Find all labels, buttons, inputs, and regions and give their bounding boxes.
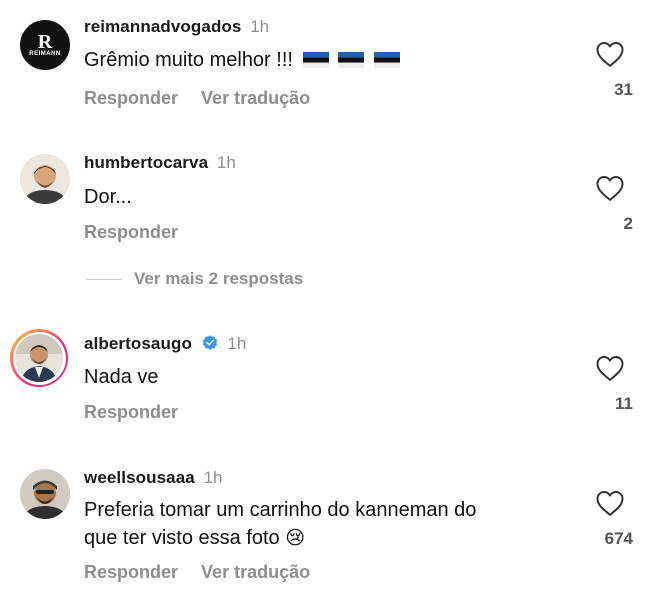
reply-button[interactable]: Responder (84, 562, 178, 582)
avatar-photo (20, 154, 70, 204)
comment-actions: Responder (84, 222, 196, 243)
username[interactable]: reimannadvogados (84, 17, 241, 36)
comment-text-line: que ter visto essa foto (84, 527, 280, 549)
view-more-replies-button[interactable]: Ver mais 2 respostas (86, 265, 386, 293)
verified-badge-icon (202, 335, 217, 350)
reply-button[interactable]: Responder (84, 88, 178, 108)
avatar-photo (20, 469, 70, 519)
gremio-flag-icon (338, 52, 365, 68)
comment-actions: Responder Ver tradução (84, 88, 328, 109)
comment-meta: weellsousaaa 1h (84, 468, 222, 488)
heart-icon[interactable] (595, 174, 625, 202)
view-more-replies-label: Ver mais 2 respostas (134, 269, 304, 288)
divider-line (86, 278, 122, 280)
timestamp: 1h (216, 153, 236, 172)
username[interactable]: albertosaugo (84, 334, 192, 353)
timestamp: 1h (250, 17, 270, 36)
like-count: 31 (614, 80, 633, 99)
avatar-photo (15, 334, 63, 382)
comment-text: Nada ve (84, 366, 159, 388)
comment-meta: albertosaugo 1h (84, 334, 246, 354)
avatar[interactable] (20, 154, 70, 204)
comment-text-line: Preferia tomar um carrinho do kanneman d… (84, 499, 477, 521)
heart-icon[interactable] (595, 489, 625, 517)
comment-text: Dor... (84, 186, 132, 208)
comment-actions: Responder Ver tradução (84, 562, 328, 583)
heart-icon[interactable] (595, 354, 625, 382)
reply-button[interactable]: Responder (84, 222, 178, 242)
comment-text-content: Grêmio muito melhor !!! (84, 49, 293, 71)
timestamp: 1h (227, 334, 247, 353)
comment-text: Grêmio muito melhor !!! (84, 47, 400, 73)
comment-meta: humbertocarva 1h (84, 153, 236, 173)
crying-face-emoji: 😢 (285, 528, 306, 549)
comment-actions: Responder (84, 402, 196, 423)
heart-icon[interactable] (595, 40, 625, 68)
comment-text: Preferia tomar um carrinho do kanneman d… (84, 496, 476, 553)
avatar-logo-letter: R (37, 31, 53, 53)
like-count: 11 (615, 394, 633, 413)
timestamp: 1h (203, 468, 223, 487)
like-count: 674 (604, 529, 633, 548)
translate-button[interactable]: Ver tradução (201, 562, 310, 582)
username[interactable]: weellsousaaa (84, 468, 195, 487)
username[interactable]: humbertocarva (84, 153, 208, 172)
story-ring[interactable] (10, 329, 68, 387)
avatar[interactable]: R REIMANN (20, 20, 70, 70)
like-count: 2 (623, 214, 633, 233)
translate-button[interactable]: Ver tradução (201, 88, 310, 108)
reply-button[interactable]: Responder (84, 402, 178, 422)
avatar-logo-text: REIMANN (29, 51, 61, 57)
gremio-flag-icon (373, 52, 400, 68)
avatar[interactable] (20, 469, 70, 519)
comment-meta: reimannadvogados 1h (84, 17, 269, 37)
gremio-flag-icon (302, 52, 329, 68)
